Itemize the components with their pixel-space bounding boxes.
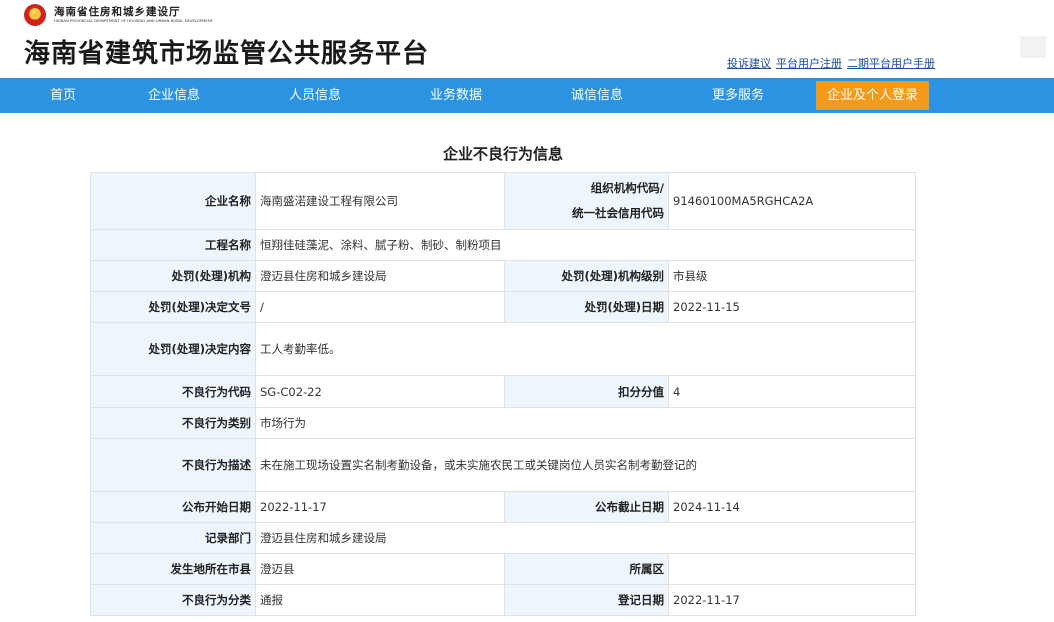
deduction-label: 扣分分值 — [504, 375, 669, 408]
table-row: 发生地所在市县 澄迈县 所属区 — [90, 553, 916, 585]
city-value: 澄迈县 — [255, 553, 505, 585]
publish-end-label: 公布截止日期 — [504, 491, 669, 523]
page-title: 企业不良行为信息 — [442, 145, 563, 163]
behavior-desc-value: 未在施工现场设置实名制考勤设备，或未实施农民工或关键岗位人员实名制考勤登记的 — [255, 438, 916, 492]
nav-item-credit[interactable]: 诚信信息 — [562, 78, 632, 113]
record-dept-label: 记录部门 — [90, 522, 256, 554]
publish-end-value: 2024-11-14 — [668, 491, 916, 523]
deduction-value: 4 — [668, 375, 916, 408]
top-links: 投诉建议 平台用户注册 二期平台用户手册 — [727, 55, 940, 71]
nav-item-personnel[interactable]: 人员信息 — [280, 78, 350, 113]
nav-item-enterprise[interactable]: 企业信息 — [139, 78, 209, 113]
site-header: 海南省住房和城乡建设厅 HAINAN PROVINCIAL DEPARTMENT… — [0, 0, 1054, 78]
table-row: 不良行为类别 市场行为 — [90, 407, 916, 439]
publish-start-value: 2022-11-17 — [255, 491, 505, 523]
behavior-class-value: 通报 — [255, 584, 505, 616]
department-name: 海南省住房和城乡建设厅 — [54, 6, 181, 18]
register-date-value: 2022-11-17 — [668, 584, 916, 616]
agency-level-value: 市县级 — [668, 260, 916, 292]
corner-widget[interactable] — [1020, 36, 1046, 58]
behavior-class-label: 不良行为分类 — [90, 584, 256, 616]
table-row: 处罚(处理)决定内容 工人考勤率低。 — [90, 322, 916, 376]
project-name-value: 恒翔佳硅藻泥、涂料、腻子粉、制砂、制粉项目 — [255, 229, 916, 261]
department-name-english: HAINAN PROVINCIAL DEPARTMENT OF HOUSING … — [54, 18, 213, 23]
decision-content-label: 处罚(处理)决定内容 — [90, 322, 256, 376]
penalty-agency-value: 澄迈县住房和城乡建设局 — [255, 260, 505, 292]
nav-item-business-data[interactable]: 业务数据 — [421, 78, 491, 113]
decision-content-value: 工人考勤率低。 — [255, 322, 916, 376]
org-code-label: 组织机构代码/ 统一社会信用代码 — [504, 172, 669, 230]
login-button[interactable]: 企业及个人登录 — [816, 81, 929, 110]
table-row: 记录部门 澄迈县住房和城乡建设局 — [90, 522, 916, 554]
table-row: 不良行为代码 SG-C02-22 扣分分值 4 — [90, 375, 916, 408]
behavior-desc-label: 不良行为描述 — [90, 438, 256, 492]
company-name-label: 企业名称 — [90, 172, 256, 230]
table-row: 企业名称 海南盛渃建设工程有限公司 组织机构代码/ 统一社会信用代码 91460… — [90, 172, 916, 230]
behavior-code-value: SG-C02-22 — [255, 375, 505, 408]
table-row: 处罚(处理)机构 澄迈县住房和城乡建设局 处罚(处理)机构级别 市县级 — [90, 260, 916, 292]
agency-level-label: 处罚(处理)机构级别 — [504, 260, 669, 292]
penalty-agency-label: 处罚(处理)机构 — [90, 260, 256, 292]
table-row: 工程名称 恒翔佳硅藻泥、涂料、腻子粉、制砂、制粉项目 — [90, 229, 916, 261]
behavior-type-label: 不良行为类别 — [90, 407, 256, 439]
table-row: 不良行为分类 通报 登记日期 2022-11-17 — [90, 584, 916, 616]
project-name-label: 工程名称 — [90, 229, 256, 261]
nav-item-home[interactable]: 首页 — [33, 78, 93, 113]
national-emblem-icon — [24, 4, 46, 26]
table-row: 公布开始日期 2022-11-17 公布截止日期 2024-11-14 — [90, 491, 916, 523]
city-label: 发生地所在市县 — [90, 553, 256, 585]
org-code-label-line2: 统一社会信用代码 — [572, 206, 664, 220]
publish-start-label: 公布开始日期 — [90, 491, 256, 523]
behavior-type-value: 市场行为 — [255, 407, 916, 439]
table-row: 处罚(处理)决定文号 / 处罚(处理)日期 2022-11-15 — [90, 291, 916, 323]
org-code-value: 91460100MA5RGHCA2A — [668, 172, 916, 230]
table-row: 不良行为描述 未在施工现场设置实名制考勤设备，或未实施农民工或关键岗位人员实名制… — [90, 438, 916, 492]
bad-behavior-table: 企业名称 海南盛渃建设工程有限公司 组织机构代码/ 统一社会信用代码 91460… — [90, 172, 916, 616]
district-label: 所属区 — [504, 553, 669, 585]
decision-date-value: 2022-11-15 — [668, 291, 916, 323]
decision-no-label: 处罚(处理)决定文号 — [90, 291, 256, 323]
org-code-label-line1: 组织机构代码/ — [590, 181, 664, 195]
behavior-code-label: 不良行为代码 — [90, 375, 256, 408]
district-value — [668, 553, 916, 585]
decision-date-label: 处罚(处理)日期 — [504, 291, 669, 323]
complaint-link[interactable]: 投诉建议 — [727, 57, 771, 70]
user-manual-link[interactable]: 二期平台用户手册 — [847, 57, 935, 70]
decision-no-value: / — [255, 291, 505, 323]
site-title: 海南省建筑市场监管公共服务平台 — [24, 39, 430, 69]
register-date-label: 登记日期 — [504, 584, 669, 616]
nav-item-more-services[interactable]: 更多服务 — [703, 78, 773, 113]
company-name-value: 海南盛渃建设工程有限公司 — [255, 172, 505, 230]
register-link[interactable]: 平台用户注册 — [776, 57, 842, 70]
record-dept-value: 澄迈县住房和城乡建设局 — [255, 522, 916, 554]
